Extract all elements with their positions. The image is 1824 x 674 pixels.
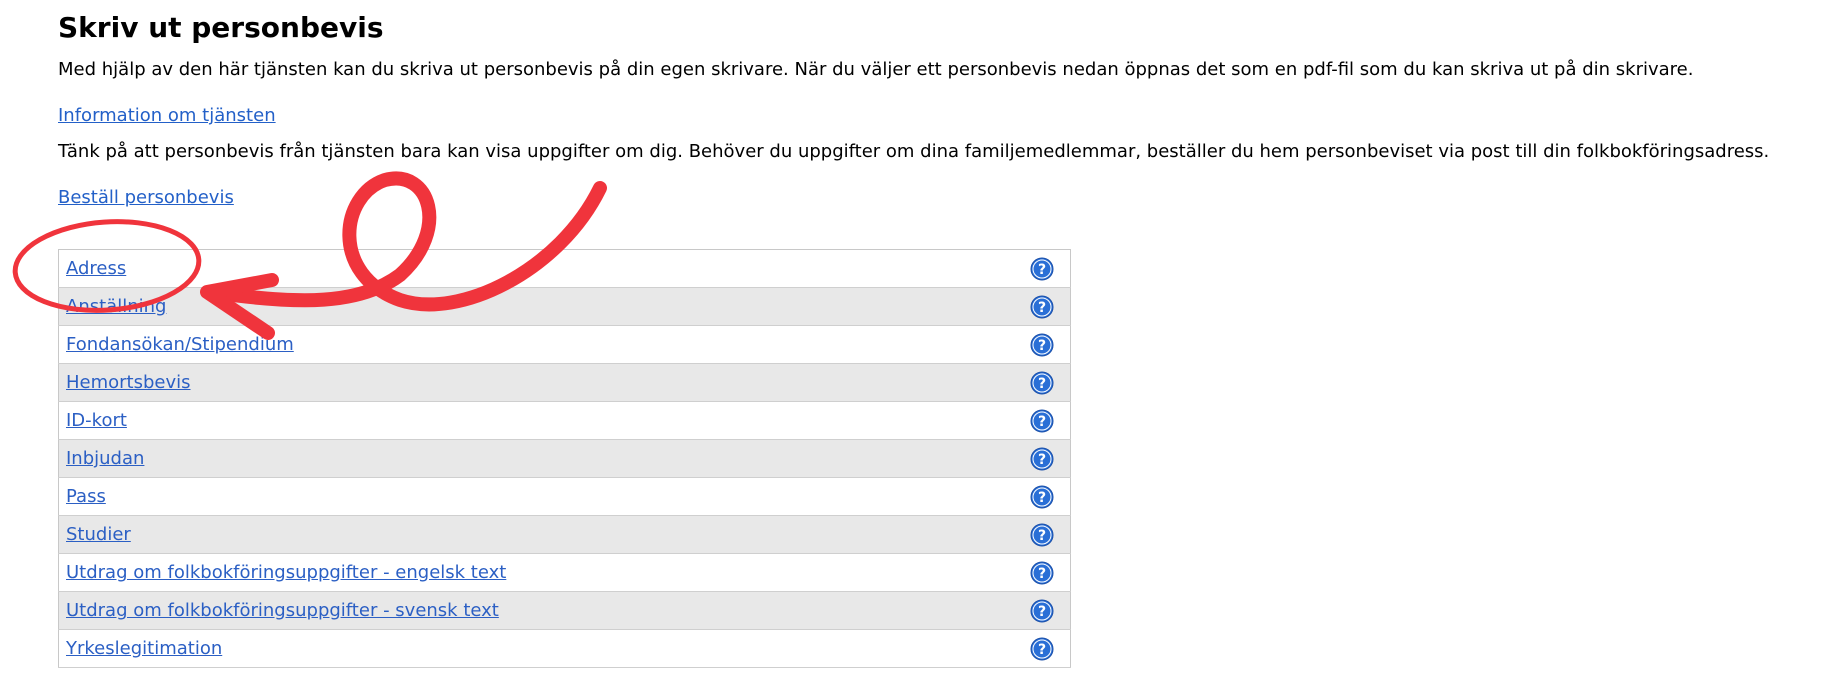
certificate-link-studier[interactable]: Studier xyxy=(66,524,131,545)
svg-text:?: ? xyxy=(1038,490,1046,506)
svg-text:?: ? xyxy=(1038,642,1046,658)
svg-text:?: ? xyxy=(1038,414,1046,430)
info-link[interactable]: Information om tjänsten xyxy=(58,104,276,128)
table-row: Fondansökan/Stipendium ? xyxy=(58,325,1071,364)
certificate-link-anstallning[interactable]: Anställning xyxy=(66,296,166,317)
question-mark-icon[interactable]: ? xyxy=(1030,447,1054,471)
intro-text: Med hjälp av den här tjänsten kan du skr… xyxy=(58,59,1694,80)
question-mark-icon[interactable]: ? xyxy=(1030,523,1054,547)
svg-text:?: ? xyxy=(1038,338,1046,354)
svg-text:?: ? xyxy=(1038,262,1046,278)
table-row: Hemortsbevis ? xyxy=(58,363,1071,402)
question-mark-icon[interactable]: ? xyxy=(1030,599,1054,623)
certificate-link-fondansokan[interactable]: Fondansökan/Stipendium xyxy=(66,334,294,355)
certificate-link-utdrag-svensk[interactable]: Utdrag om folkbokföringsuppgifter - sven… xyxy=(66,600,499,621)
certificate-link-hemortsbevis[interactable]: Hemortsbevis xyxy=(66,372,191,393)
svg-text:?: ? xyxy=(1038,528,1046,544)
table-row: Adress ? xyxy=(58,249,1071,288)
table-row: Pass ? xyxy=(58,477,1071,516)
question-mark-icon[interactable]: ? xyxy=(1030,371,1054,395)
svg-text:?: ? xyxy=(1038,300,1046,316)
table-row: Inbjudan ? xyxy=(58,439,1071,478)
certificate-table: Adress ? Anställning ? Fondansökan/Stipe… xyxy=(58,249,1071,668)
certificate-link-pass[interactable]: Pass xyxy=(66,486,106,507)
table-row: Anställning ? xyxy=(58,287,1071,326)
certificate-link-adress[interactable]: Adress xyxy=(66,258,126,279)
certificate-link-utdrag-engelsk[interactable]: Utdrag om folkbokföringsuppgifter - enge… xyxy=(66,562,506,583)
svg-text:?: ? xyxy=(1038,566,1046,582)
question-mark-icon[interactable]: ? xyxy=(1030,637,1054,661)
question-mark-icon[interactable]: ? xyxy=(1030,257,1054,281)
table-row: ID-kort ? xyxy=(58,401,1071,440)
table-row: Yrkeslegitimation ? xyxy=(58,629,1071,668)
page-title: Skriv ut personbevis xyxy=(58,11,384,44)
table-row: Studier ? xyxy=(58,515,1071,554)
svg-text:?: ? xyxy=(1038,452,1046,468)
question-mark-icon[interactable]: ? xyxy=(1030,295,1054,319)
question-mark-icon[interactable]: ? xyxy=(1030,561,1054,585)
question-mark-icon[interactable]: ? xyxy=(1030,409,1054,433)
certificate-link-id-kort[interactable]: ID-kort xyxy=(66,410,127,431)
order-certificate-link[interactable]: Beställ personbevis xyxy=(58,186,234,210)
certificate-link-yrkeslegitimation[interactable]: Yrkeslegitimation xyxy=(66,638,222,659)
question-mark-icon[interactable]: ? xyxy=(1030,485,1054,509)
notice-text: Tänk på att personbevis från tjänsten ba… xyxy=(58,141,1770,162)
svg-text:?: ? xyxy=(1038,604,1046,620)
table-row: Utdrag om folkbokföringsuppgifter - enge… xyxy=(58,553,1071,592)
table-row: Utdrag om folkbokföringsuppgifter - sven… xyxy=(58,591,1071,630)
certificate-link-inbjudan[interactable]: Inbjudan xyxy=(66,448,144,469)
question-mark-icon[interactable]: ? xyxy=(1030,333,1054,357)
svg-text:?: ? xyxy=(1038,376,1046,392)
